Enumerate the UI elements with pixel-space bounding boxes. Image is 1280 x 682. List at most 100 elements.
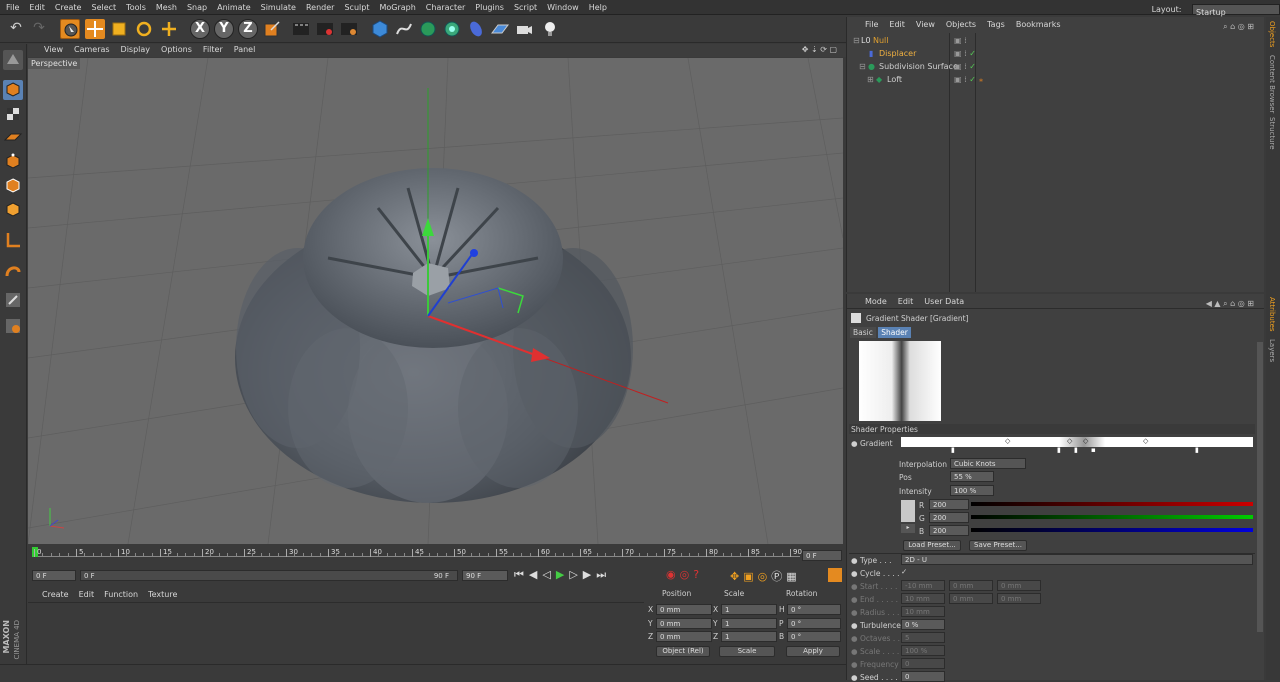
- obj-menu-tags[interactable]: Tags: [980, 17, 1009, 29]
- tweak-mode-icon[interactable]: [3, 262, 23, 282]
- knot-handle[interactable]: ▪: [1091, 446, 1096, 454]
- render-picture-viewer-icon[interactable]: [315, 19, 335, 39]
- lock-workplane-icon[interactable]: [3, 316, 23, 336]
- rotation-field[interactable]: 0 °: [787, 631, 841, 642]
- scale-field[interactable]: 1: [721, 604, 777, 615]
- tab-shader[interactable]: Shader: [878, 327, 911, 338]
- cycle-checkbox[interactable]: ✓: [901, 567, 907, 576]
- attr-scrollbar[interactable]: [1257, 342, 1263, 632]
- menu-mesh[interactable]: Mesh: [150, 0, 181, 12]
- rotate-tool-icon[interactable]: [134, 19, 154, 39]
- workplane-mode-icon[interactable]: [3, 128, 23, 148]
- frequency-field[interactable]: 0: [901, 658, 945, 669]
- scale-tool-icon[interactable]: [109, 19, 129, 39]
- obj-menu-objects[interactable]: Objects: [939, 17, 980, 29]
- octaves-field[interactable]: 5: [901, 632, 945, 643]
- cube-primitive-icon[interactable]: [370, 19, 390, 39]
- attr-nav-icon[interactable]: ◀ ▲ ⌕ ⌂ ◎ ⊞: [1199, 296, 1258, 309]
- viewport-menu-options[interactable]: Options: [155, 44, 197, 54]
- edges-mode-icon[interactable]: [3, 176, 23, 196]
- object-row-displacer[interactable]: ▮ Displacer ▣ ⁞ ✓: [847, 47, 1265, 60]
- viewport-menu-panel[interactable]: Panel: [228, 44, 261, 54]
- material-menu-edit[interactable]: Edit: [73, 586, 99, 599]
- side-tab-layers[interactable]: Layers: [1268, 339, 1276, 362]
- r-slider[interactable]: [971, 502, 1253, 506]
- shader-preview[interactable]: [859, 341, 941, 421]
- object-row-subdivision[interactable]: ⊟ ● Subdivision Surface ▣ ⁞ ✓: [847, 60, 1265, 73]
- scale-field[interactable]: 1: [721, 617, 777, 629]
- y-axis-lock-icon[interactable]: Y: [214, 19, 234, 39]
- start-frame-field[interactable]: 0 F: [32, 570, 76, 581]
- light-icon[interactable]: [540, 19, 560, 39]
- save-preset-button[interactable]: Save Preset...: [969, 540, 1027, 551]
- prev-frame-icon[interactable]: ◁: [542, 568, 555, 581]
- attr-menu-edit[interactable]: Edit: [891, 294, 918, 306]
- scale-mode-dropdown[interactable]: Scale: [719, 646, 775, 657]
- menu-help[interactable]: Help: [583, 0, 611, 12]
- points-mode-icon[interactable]: [3, 152, 23, 172]
- record-icon[interactable]: ◉: [666, 568, 680, 581]
- b-field[interactable]: 200: [929, 525, 969, 536]
- object-row-null[interactable]: ⊟ L0 Null ▣ ⁞: [847, 34, 1265, 47]
- coordinate-system-icon[interactable]: [262, 19, 282, 39]
- next-key-icon[interactable]: ▶: [583, 568, 596, 581]
- subdivision-surface-icon[interactable]: [418, 19, 438, 39]
- position-field[interactable]: 0 mm: [656, 604, 712, 615]
- material-list-area[interactable]: [28, 602, 644, 664]
- next-frame-icon[interactable]: ▷: [569, 568, 582, 581]
- menu-create[interactable]: Create: [49, 0, 86, 12]
- menu-script[interactable]: Script: [508, 0, 541, 12]
- menu-character[interactable]: Character: [420, 0, 470, 12]
- g-field[interactable]: 200: [929, 512, 969, 523]
- knot-marker[interactable]: ◇: [1005, 437, 1010, 445]
- menu-animate[interactable]: Animate: [211, 0, 255, 12]
- array-generator-icon[interactable]: [442, 19, 462, 39]
- axis-mode-icon[interactable]: [3, 230, 23, 250]
- object-row-loft[interactable]: ⊞ ◆ Loft ▣ ⁞ ✓ ⁎: [847, 73, 1265, 86]
- viewport-menu-display[interactable]: Display: [115, 44, 156, 54]
- color-swatch[interactable]: [901, 500, 915, 522]
- prev-key-icon[interactable]: ◀: [529, 568, 542, 581]
- knot-handle[interactable]: ▮: [1057, 446, 1061, 454]
- menu-sculpt[interactable]: Sculpt: [338, 0, 373, 12]
- turbulence-field[interactable]: 0 %: [901, 619, 945, 630]
- timeline-mode-icon[interactable]: [828, 568, 842, 582]
- go-to-end-icon[interactable]: ⏭: [596, 568, 611, 581]
- snapping-icon[interactable]: [3, 290, 23, 310]
- g-slider[interactable]: [971, 515, 1253, 519]
- undo-icon[interactable]: ↶: [6, 19, 26, 39]
- side-tab-structure[interactable]: Structure: [1268, 117, 1276, 150]
- tab-basic[interactable]: Basic: [850, 327, 876, 338]
- material-menu-create[interactable]: Create: [28, 586, 73, 599]
- radius-field[interactable]: 10 mm: [901, 606, 945, 617]
- x-axis-lock-icon[interactable]: X: [190, 19, 210, 39]
- menu-snap[interactable]: Snap: [181, 0, 211, 12]
- key-param-icon[interactable]: Ⓟ: [771, 570, 786, 583]
- menu-render[interactable]: Render: [300, 0, 338, 12]
- texture-mode-icon[interactable]: [3, 104, 23, 124]
- render-settings-icon[interactable]: [339, 19, 359, 39]
- key-position-icon[interactable]: ✥: [730, 570, 743, 583]
- move-tool-icon[interactable]: [85, 19, 105, 39]
- start-z-field[interactable]: 0 mm: [997, 580, 1041, 591]
- pos-field[interactable]: 55 %: [950, 471, 994, 482]
- position-field[interactable]: 0 mm: [656, 617, 712, 629]
- redo-icon[interactable]: ↷: [29, 19, 49, 39]
- side-tab-objects[interactable]: Objects: [1268, 21, 1276, 47]
- preview-range-slider[interactable]: 0 F 90 F: [80, 570, 458, 581]
- apply-button[interactable]: Apply: [786, 646, 840, 657]
- menu-tools[interactable]: Tools: [120, 0, 150, 12]
- deformer-icon[interactable]: [466, 19, 486, 39]
- attr-menu-mode[interactable]: Mode: [847, 294, 891, 306]
- menu-select[interactable]: Select: [85, 0, 120, 12]
- end-z-field[interactable]: 0 mm: [997, 593, 1041, 604]
- autokey-icon[interactable]: ◎: [680, 568, 694, 581]
- knot-marker[interactable]: ◇: [1143, 437, 1148, 445]
- viewport-nav-icon[interactable]: ✥ ⇣ ⟳ ▢: [796, 44, 842, 54]
- obj-menu-view[interactable]: View: [909, 17, 939, 29]
- material-menu-texture[interactable]: Texture: [142, 586, 181, 599]
- perspective-viewport[interactable]: Perspective: [28, 58, 843, 544]
- start-x-field[interactable]: -10 mm: [901, 580, 945, 591]
- type-dropdown[interactable]: 2D - U: [901, 554, 1253, 565]
- scale-field[interactable]: 1: [721, 631, 777, 642]
